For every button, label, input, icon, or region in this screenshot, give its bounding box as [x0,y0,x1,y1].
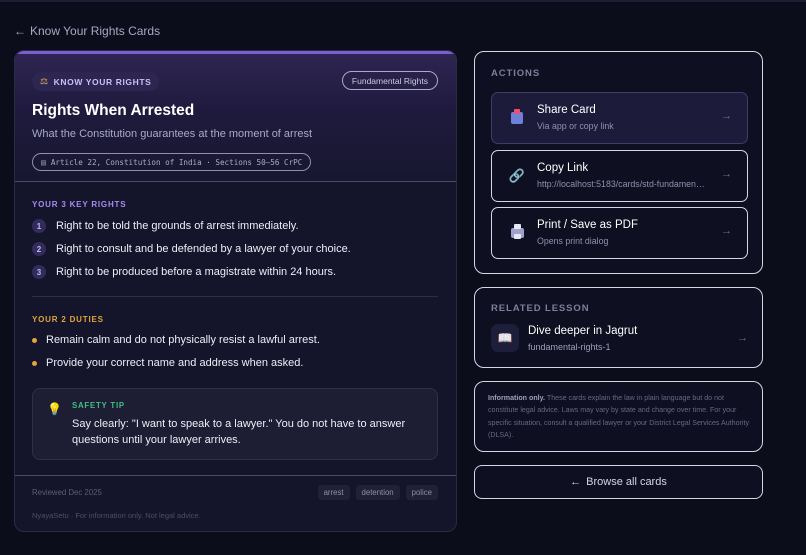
arrow-left-icon: ← [570,476,582,488]
action-subtitle: Opens print dialog [537,236,609,246]
kicker-badge: ⚖ KNOW YOUR RIGHTS [32,72,160,91]
safety-tip-label: SAFETY TIP [72,401,125,410]
document-icon: ▤ [41,157,46,167]
tag: detention [355,485,400,500]
rights-heading: YOUR 3 KEY RIGHTS [32,200,127,209]
duty-item: Provide your correct name and address wh… [32,355,303,371]
reviewed-date: Reviewed Dec 2025 [32,488,102,497]
top-border [0,0,806,2]
category-badge: Fundamental Rights [341,71,438,90]
share-icon [507,108,527,128]
right-number: 3 [32,265,46,279]
kicker-label: KNOW YOUR RIGHTS [53,76,152,87]
arrow-left-icon: ← [14,24,26,38]
arrow-right-icon: → [721,225,732,237]
copy-link-button[interactable]: 🔗 Copy Link http://localhost:5183/cards/… [491,150,748,202]
arrow-right-icon: → [737,332,748,344]
right-number: 2 [32,242,46,256]
card-title: Rights When Arrested [32,102,195,119]
right-item: 3 Right to be produced before a magistra… [32,264,336,280]
tag-list: arrest detention police [317,485,438,500]
lesson-slug: fundamental-rights-1 [528,342,611,352]
related-lesson-link[interactable]: 📖 Dive deeper in Jagrut fundamental-righ… [491,323,748,356]
back-link-label: Know Your Rights Cards [30,24,161,38]
section-divider [32,296,438,297]
action-title: Print / Save as PDF [537,219,638,231]
card-footnote: NyayaSetu · For information only. Not le… [32,511,201,520]
card-header: ⚖ KNOW YOUR RIGHTS Fundamental Rights Ri… [15,51,456,182]
safety-tip-text: Say clearly: "I want to speak to a lawye… [72,418,406,446]
action-title: Copy Link [537,162,589,174]
card-subtitle: What the Constitution guarantees at the … [32,128,313,140]
right-text: Right to be produced before a magistrate… [56,266,337,278]
legal-reference-text: Article 22, Constitution of India · Sect… [50,157,303,167]
disclaimer-text: Information only. These cards explain th… [488,392,752,441]
duty-text: Remain calm and do not physically resist… [46,334,320,346]
related-lesson-heading: RELATED LESSON [491,303,590,314]
bullet-dot-icon [32,337,37,343]
action-subtitle: Via app or copy link [537,121,614,131]
legal-reference: ▤ Article 22, Constitution of India · Se… [32,153,312,171]
action-subtitle: http://localhost:5183/cards/std-fundamen… [537,179,707,189]
tag: police [405,485,438,500]
lesson-title: Dive deeper in Jagrut [528,325,638,337]
back-link[interactable]: ← Know Your Rights Cards [14,24,160,38]
right-number: 1 [32,219,46,233]
actions-panel: ACTIONS Share Card Via app or copy link … [474,51,763,274]
disclaimer-panel: Information only. These cards explain th… [474,381,763,452]
arrow-right-icon: → [721,168,732,180]
action-title: Share Card [537,104,596,116]
right-item: 1 Right to be told the grounds of arrest… [32,218,299,234]
actions-heading: ACTIONS [491,68,541,79]
book-icon: 📖 [491,324,519,352]
rights-card: ⚖ KNOW YOUR RIGHTS Fundamental Rights Ri… [14,50,457,532]
duty-item: Remain calm and do not physically resist… [32,332,320,348]
right-text: Right to be told the grounds of arrest i… [56,220,299,232]
tag: arrest [317,485,350,500]
duties-heading: YOUR 2 DUTIES [32,315,104,324]
print-pdf-button[interactable]: Print / Save as PDF Opens print dialog → [491,207,748,259]
disclaimer-lead: Information only. [488,394,546,402]
footer-divider [15,475,456,476]
right-item: 2 Right to consult and be defended by a … [32,241,351,257]
browse-label: Browse all cards [586,476,667,488]
bullet-dot-icon [32,360,37,366]
related-lesson-panel: RELATED LESSON 📖 Dive deeper in Jagrut f… [474,287,763,368]
safety-tip: 💡 SAFETY TIP Say clearly: "I want to spe… [32,388,438,460]
duty-text: Provide your correct name and address wh… [46,357,304,369]
link-icon: 🔗 [508,168,526,183]
right-text: Right to consult and be defended by a la… [56,243,351,255]
arrow-right-icon: → [721,110,732,122]
share-card-button[interactable]: Share Card Via app or copy link → [491,92,748,144]
printer-icon [507,223,527,243]
scales-icon: ⚖ [40,76,49,86]
lightbulb-icon: 💡 [47,402,62,416]
browse-all-cards-button[interactable]: ← Browse all cards [474,465,763,499]
